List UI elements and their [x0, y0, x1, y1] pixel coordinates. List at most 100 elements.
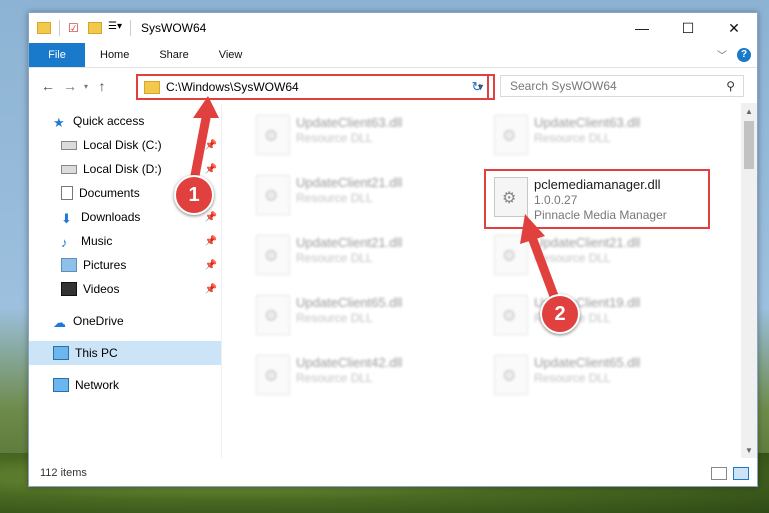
expand-ribbon-icon[interactable]: ﹀	[717, 47, 727, 62]
recent-dropdown-icon[interactable]: ▾	[81, 82, 91, 91]
file-item[interactable]: UpdateClient65.dll Resource DLL	[248, 291, 468, 339]
new-folder-icon[interactable]	[88, 22, 102, 34]
back-arrow-icon[interactable]: ←	[37, 78, 59, 94]
sidebar-item-label: Downloads	[81, 210, 141, 224]
search-placeholder: Search SysWOW64	[510, 79, 617, 93]
item-count: 112 items	[40, 467, 87, 479]
details-view-icon[interactable]	[711, 466, 727, 480]
sidebar-item-videos[interactable]: Videos 📌	[29, 277, 221, 301]
sidebar-item-label: Music	[81, 234, 113, 248]
dll-file-icon	[256, 115, 290, 155]
sidebar-item-label: Videos	[83, 282, 120, 296]
separator	[130, 20, 131, 36]
star-icon: ★	[53, 115, 65, 130]
tiles-view-icon[interactable]	[733, 466, 749, 480]
file-version: 1.0.0.27	[534, 193, 578, 207]
step-1-badge: 1	[174, 175, 214, 215]
close-button[interactable]: ✕	[711, 13, 757, 43]
window-title: SysWOW64	[141, 21, 207, 35]
file-item[interactable]: UpdateClient19.dll Resource DLL	[486, 291, 706, 339]
pin-icon: 📌	[204, 259, 217, 271]
search-input[interactable]: Search SysWOW64 ⚲	[500, 75, 744, 97]
dll-file-icon	[494, 295, 528, 335]
refresh-button[interactable]: ↻	[467, 74, 489, 100]
highlighted-file-item[interactable]: pclemediamanager.dll 1.0.0.27 Pinnacle M…	[484, 169, 710, 229]
forward-arrow-icon[interactable]: →	[59, 78, 81, 94]
file-type: Resource DLL	[534, 131, 611, 145]
cloud-icon: ☁	[53, 315, 66, 330]
properties-icon[interactable]: ☑	[68, 21, 82, 35]
explorer-window: ☑ ☰▾ SysWOW64 — ☐ ✕ File Home Share View…	[28, 12, 758, 487]
dll-file-icon	[494, 355, 528, 395]
pin-icon: 📌	[204, 211, 217, 223]
separator	[59, 20, 60, 36]
file-list: UpdateClient63.dll Resource DLL UpdateCl…	[222, 103, 757, 458]
file-type: Resource DLL	[534, 371, 611, 385]
tab-share[interactable]: Share	[144, 43, 203, 67]
sidebar-item-label: Local Disk (C:)	[83, 138, 162, 152]
dll-file-icon	[256, 355, 290, 395]
dll-file-icon	[494, 177, 528, 217]
file-name: UpdateClient65.dll	[534, 355, 641, 370]
file-name: UpdateClient63.dll	[534, 115, 641, 130]
file-name: UpdateClient63.dll	[296, 115, 403, 130]
address-bar[interactable]: C:\Windows\SysWOW64 ▼	[136, 74, 495, 100]
file-item[interactable]: UpdateClient42.dll Resource DLL	[248, 351, 468, 399]
file-item[interactable]: UpdateClient65.dll Resource DLL	[486, 351, 706, 399]
navigation-pane: ★ Quick access Local Disk (C:) 📌 Local D…	[29, 103, 222, 458]
videos-icon	[61, 282, 77, 296]
minimize-button[interactable]: —	[619, 13, 665, 43]
drive-icon	[61, 140, 77, 150]
ribbon-right: ﹀ ?	[717, 47, 751, 62]
sidebar-item-this-pc[interactable]: This PC	[29, 341, 221, 365]
address-row: ← → ▾ ↑ C:\Windows\SysWOW64 ▼ ↻ Search S…	[29, 68, 757, 104]
file-item[interactable]: UpdateClient21.dll Resource DLL	[248, 231, 468, 279]
dll-file-icon	[256, 175, 290, 215]
file-name: UpdateClient65.dll	[296, 295, 403, 310]
dll-file-icon	[256, 235, 290, 275]
download-icon: ⬇	[61, 211, 72, 226]
file-description: Pinnacle Media Manager	[534, 208, 667, 222]
maximize-button[interactable]: ☐	[665, 13, 711, 43]
sidebar-item-local-disk-c[interactable]: Local Disk (C:) 📌	[29, 133, 221, 157]
folder-icon	[144, 80, 160, 94]
dll-file-icon	[494, 115, 528, 155]
scroll-thumb[interactable]	[744, 121, 754, 169]
tab-home[interactable]: Home	[85, 43, 144, 67]
file-name: UpdateClient42.dll	[296, 355, 403, 370]
file-item[interactable]: UpdateClient63.dll Resource DLL	[486, 111, 706, 159]
sidebar-item-label: Quick access	[73, 114, 145, 128]
help-icon[interactable]: ?	[737, 47, 751, 62]
vertical-scrollbar[interactable]: ▲ ▼	[741, 103, 757, 458]
pin-icon: 📌	[204, 139, 217, 151]
window-controls: — ☐ ✕	[619, 13, 757, 43]
sidebar-item-label: OneDrive	[73, 314, 124, 328]
sidebar-item-pictures[interactable]: Pictures 📌	[29, 253, 221, 277]
customize-icon[interactable]: ☰▾	[108, 21, 122, 35]
up-arrow-icon[interactable]: ↑	[91, 78, 113, 94]
file-type: Resource DLL	[534, 251, 611, 265]
document-icon	[61, 186, 73, 200]
scroll-down-icon[interactable]: ▼	[741, 442, 757, 458]
tab-file[interactable]: File	[29, 43, 85, 67]
dll-file-icon	[494, 235, 528, 275]
file-name: UpdateClient21.dll	[534, 235, 641, 250]
sidebar-item-network[interactable]: Network	[29, 373, 221, 397]
title-bar: ☑ ☰▾ SysWOW64 — ☐ ✕	[29, 13, 757, 43]
pin-icon: 📌	[204, 163, 217, 175]
step-2-badge: 2	[540, 294, 580, 334]
tab-view[interactable]: View	[204, 43, 258, 67]
file-type: Resource DLL	[296, 251, 373, 265]
network-icon	[53, 378, 69, 392]
dll-file-icon	[256, 295, 290, 335]
sidebar-item-quick-access[interactable]: ★ Quick access	[29, 109, 221, 133]
sidebar-item-music[interactable]: ♪ Music 📌	[29, 229, 221, 253]
drive-icon	[61, 164, 77, 174]
quick-access-toolbar: ☑ ☰▾	[37, 20, 133, 36]
file-item[interactable]: UpdateClient21.dll Resource DLL	[486, 231, 706, 279]
sidebar-item-onedrive[interactable]: ☁ OneDrive	[29, 309, 221, 333]
file-item[interactable]: UpdateClient63.dll Resource DLL	[248, 111, 468, 159]
scroll-up-icon[interactable]: ▲	[741, 103, 757, 119]
address-path: C:\Windows\SysWOW64	[166, 80, 299, 94]
file-item[interactable]: UpdateClient21.dll Resource DLL	[248, 171, 468, 219]
